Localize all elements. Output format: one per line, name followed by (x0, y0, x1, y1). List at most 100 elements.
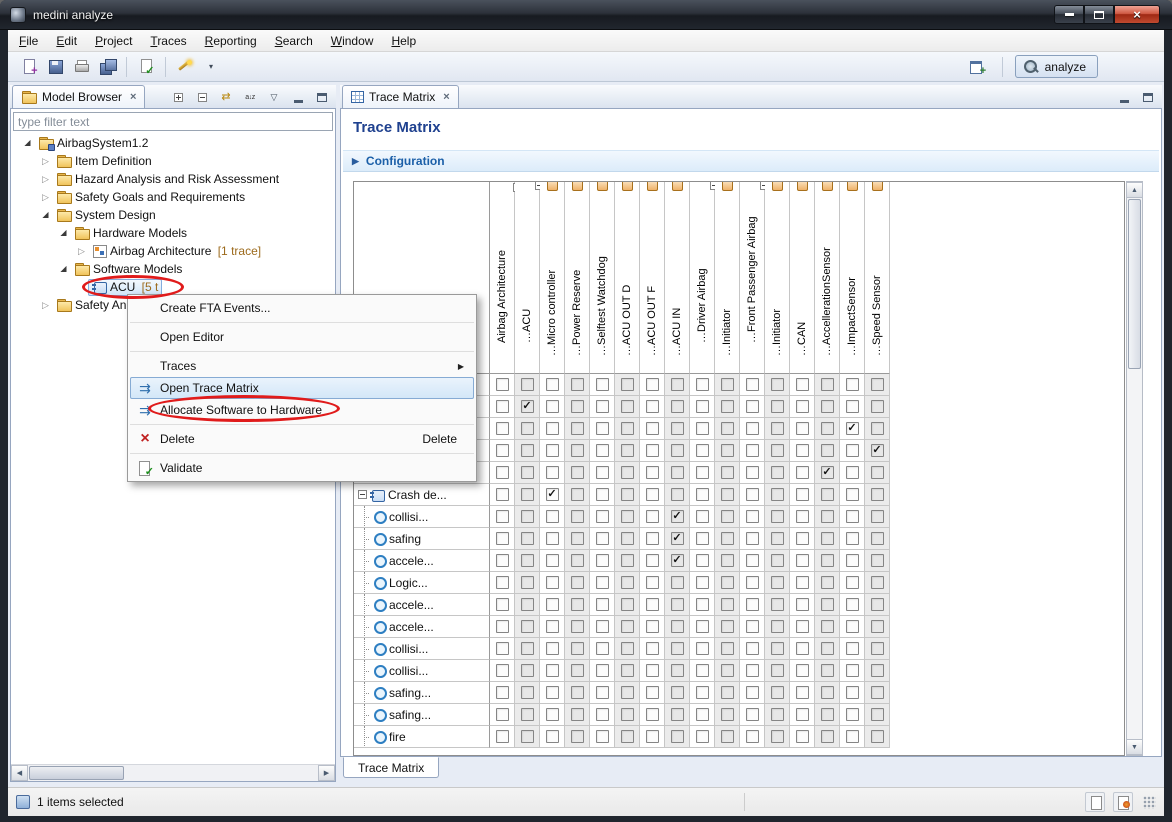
trace-checkbox[interactable] (871, 620, 884, 633)
trace-checkbox[interactable] (596, 664, 609, 677)
matrix-cell[interactable] (815, 528, 840, 550)
matrix-cell[interactable] (490, 506, 515, 528)
matrix-cell[interactable] (590, 726, 615, 748)
matrix-cell[interactable] (590, 484, 615, 506)
trace-checkbox[interactable] (646, 532, 659, 545)
matrix-cell[interactable] (865, 638, 890, 660)
trace-checkbox[interactable] (521, 730, 534, 743)
matrix-cell[interactable] (790, 704, 815, 726)
trace-checkbox[interactable] (821, 576, 834, 589)
collapse-arrow-icon[interactable]: ◢ (39, 211, 52, 219)
matrix-cell[interactable] (615, 682, 640, 704)
configuration-section[interactable]: ▶ Configuration (343, 150, 1159, 172)
matrix-cell[interactable] (840, 660, 865, 682)
matrix-cell[interactable] (515, 374, 540, 396)
matrix-cell[interactable] (515, 616, 540, 638)
matrix-cell[interactable] (490, 396, 515, 418)
trace-checkbox[interactable] (546, 554, 559, 567)
trace-checkbox[interactable] (521, 620, 534, 633)
matrix-cell[interactable] (490, 660, 515, 682)
trace-checkbox[interactable] (496, 378, 509, 391)
trace-checkbox[interactable] (671, 488, 684, 501)
matrix-cell[interactable] (615, 462, 640, 484)
trace-checkbox[interactable] (621, 510, 634, 523)
matrix-cell[interactable] (615, 638, 640, 660)
trace-checkbox[interactable] (571, 708, 584, 721)
trace-checkbox[interactable] (546, 466, 559, 479)
trace-checkbox[interactable] (746, 466, 759, 479)
trace-checkbox[interactable] (771, 642, 784, 655)
trace-checkbox[interactable] (871, 708, 884, 721)
close-editor-icon[interactable]: × (443, 91, 449, 103)
matrix-cell[interactable] (515, 704, 540, 726)
trace-checkbox[interactable] (721, 576, 734, 589)
trace-checkbox[interactable] (721, 510, 734, 523)
trace-checkbox[interactable] (821, 444, 834, 457)
trace-checkbox[interactable] (496, 730, 509, 743)
matrix-cell[interactable] (740, 440, 765, 462)
model-browser-tab[interactable]: Model Browser × (12, 85, 145, 108)
matrix-cell[interactable] (690, 616, 715, 638)
matrix-cell[interactable] (840, 462, 865, 484)
validate-button[interactable] (134, 55, 158, 79)
matrix-cell[interactable] (690, 440, 715, 462)
matrix-cell[interactable] (665, 638, 690, 660)
matrix-cell[interactable] (840, 550, 865, 572)
trace-checkbox[interactable] (821, 532, 834, 545)
trace-checkbox[interactable] (571, 532, 584, 545)
matrix-cell[interactable] (690, 550, 715, 572)
log-button[interactable] (1113, 792, 1133, 812)
matrix-cell[interactable] (490, 682, 515, 704)
trace-checkbox[interactable] (596, 620, 609, 633)
scroll-right-icon[interactable]: ▶ (318, 765, 335, 781)
trace-checkbox[interactable] (496, 708, 509, 721)
matrix-cell[interactable] (840, 638, 865, 660)
matrix-cell[interactable] (615, 726, 640, 748)
matrix-cell[interactable] (815, 616, 840, 638)
matrix-cell[interactable] (765, 550, 790, 572)
matrix-cell[interactable] (590, 418, 615, 440)
trace-checkbox[interactable] (771, 686, 784, 699)
trace-checkbox[interactable] (771, 532, 784, 545)
trace-checkbox[interactable] (871, 642, 884, 655)
matrix-cell[interactable] (615, 418, 640, 440)
matrix-cell[interactable] (640, 528, 665, 550)
matrix-cell[interactable] (765, 638, 790, 660)
matrix-cell[interactable] (840, 528, 865, 550)
trace-checkbox[interactable] (621, 620, 634, 633)
matrix-cell[interactable] (690, 682, 715, 704)
matrix-cell[interactable] (815, 682, 840, 704)
matrix-cell[interactable] (515, 418, 540, 440)
matrix-cell[interactable] (540, 572, 565, 594)
matrix-cell[interactable] (540, 440, 565, 462)
link-with-editor-button[interactable]: ⇄ (218, 89, 234, 105)
collapse-all-button[interactable] (194, 89, 210, 105)
trace-checkbox[interactable] (746, 422, 759, 435)
trace-checkbox[interactable] (696, 532, 709, 545)
trace-checkbox[interactable] (721, 642, 734, 655)
matrix-cell[interactable] (665, 418, 690, 440)
trace-checkbox[interactable] (721, 488, 734, 501)
trace-checkbox[interactable] (546, 730, 559, 743)
trace-checkbox[interactable] (696, 510, 709, 523)
matrix-cell[interactable] (865, 616, 890, 638)
collapse-arrow-icon[interactable]: ◢ (57, 265, 70, 273)
matrix-cell[interactable] (815, 418, 840, 440)
scrollbar-thumb[interactable] (29, 766, 124, 780)
matrix-cell[interactable] (590, 396, 615, 418)
matrix-cell[interactable] (515, 484, 540, 506)
trace-checkbox[interactable] (821, 488, 834, 501)
trace-checkbox[interactable] (671, 708, 684, 721)
row-label-collisi[interactable]: collisi... (354, 638, 490, 660)
trace-checkbox[interactable] (521, 554, 534, 567)
row-label-safing[interactable]: safing... (354, 682, 490, 704)
trace-checkbox[interactable] (821, 400, 834, 413)
matrix-cell[interactable] (790, 440, 815, 462)
trace-checkbox[interactable] (746, 532, 759, 545)
trace-checkbox[interactable] (821, 598, 834, 611)
matrix-cell[interactable] (715, 572, 740, 594)
matrix-cell[interactable] (565, 374, 590, 396)
trace-checkbox[interactable] (846, 510, 859, 523)
trace-checkbox[interactable] (521, 532, 534, 545)
trace-checkbox[interactable] (596, 598, 609, 611)
